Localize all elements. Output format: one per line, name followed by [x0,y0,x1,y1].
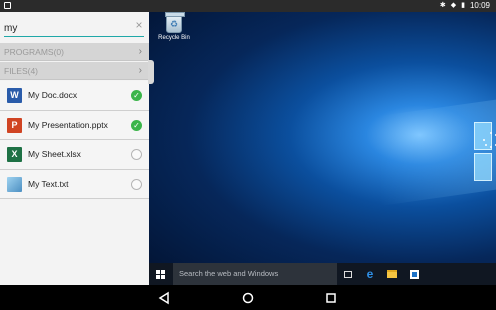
word-icon: W [7,88,22,103]
navigation-bar [0,285,496,310]
file-name: My Presentation.pptx [28,119,108,130]
wifi-icon: ◆ [450,2,457,9]
excel-icon: X [7,147,22,162]
loading-spinner-icon [483,132,496,148]
status-icons: ✱ ◆ ▮ 10:09 [440,1,490,11]
powerpoint-icon: P [7,117,22,133]
app-icon [4,2,11,9]
programs-section-header[interactable]: PROGRAMS(0) › [0,43,149,61]
battery-icon: ▮ [461,2,465,9]
search-panel: × PROGRAMS(0) › FILES(4) › W My Doc.docx… [0,12,149,285]
windows-desktop[interactable]: Recycle Bin [149,12,496,285]
unchecked-icon[interactable] [131,178,142,190]
recycle-bin-label: Recycle Bin [158,35,190,41]
bluetooth-icon: ✱ [439,2,446,9]
file-name: My Sheet.xlsx [28,149,81,159]
recent-apps-icon[interactable] [324,291,338,305]
wallpaper-windows-logo [474,122,496,182]
store-icon[interactable] [403,263,425,285]
search-underline [4,36,144,37]
drawer-handle[interactable] [148,60,154,84]
edge-icon[interactable]: e [359,263,381,285]
close-icon[interactable]: × [133,19,145,31]
status-time: 10:09 [469,1,490,10]
back-icon[interactable] [157,291,171,305]
recycle-bin-icon [165,12,185,33]
recycle-bin[interactable]: Recycle Bin [155,12,193,41]
list-item[interactable]: My Text.txt [0,169,149,199]
list-item[interactable]: X My Sheet.xlsx [0,140,149,170]
checked-icon[interactable]: ✓ [131,90,142,101]
chevron-right-icon: › [138,65,142,76]
files-section-label: FILES(4) [4,66,39,76]
taskbar: Search the web and Windows e [149,263,496,285]
taskbar-search-input[interactable]: Search the web and Windows [173,263,337,285]
files-list: W My Doc.docx ✓ P My Presentation.pptx ✓… [0,81,149,199]
list-item[interactable]: P My Presentation.pptx ✓ [0,110,149,140]
checked-icon[interactable]: ✓ [131,119,142,131]
files-section-header[interactable]: FILES(4) › [0,62,149,80]
text-file-icon [7,176,22,192]
search-input[interactable] [4,20,126,36]
list-item[interactable]: W My Doc.docx ✓ [0,81,149,111]
file-explorer-icon[interactable] [381,263,403,285]
status-bar: ✱ ◆ ▮ 10:09 [0,0,496,12]
home-icon[interactable] [241,291,255,305]
start-icon[interactable] [149,263,171,285]
chevron-right-icon: › [138,46,142,57]
task-view-icon[interactable] [337,263,359,285]
file-name: My Text.txt [28,178,69,189]
file-name: My Doc.docx [28,90,78,100]
programs-section-label: PROGRAMS(0) [4,47,64,57]
unchecked-icon[interactable] [131,149,142,160]
search-row: × [0,12,149,42]
